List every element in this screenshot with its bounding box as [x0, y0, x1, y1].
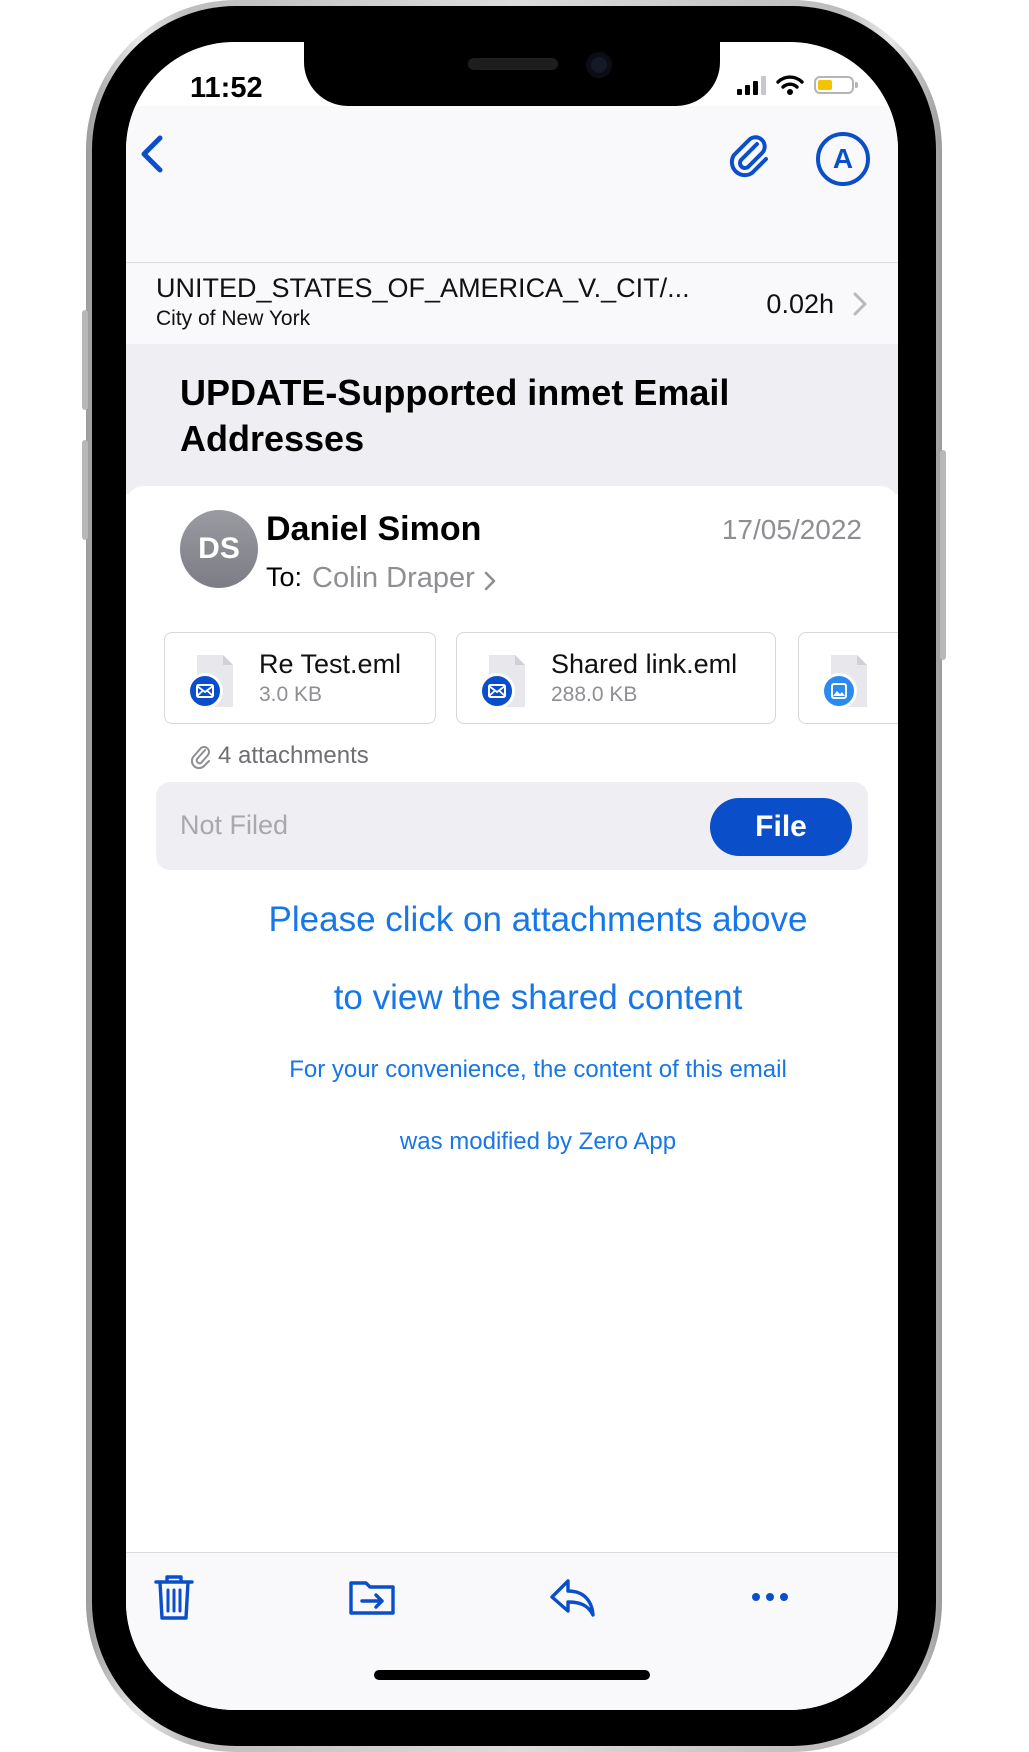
status-time: 11:52: [190, 72, 263, 104]
volume-button: [82, 440, 88, 540]
wifi-icon: [776, 75, 804, 95]
attachment-name: Re Test.eml: [259, 649, 402, 679]
battery-icon: [814, 76, 858, 94]
side-button: [940, 450, 946, 660]
email-date: 17/05/2022: [721, 514, 862, 545]
attachment-size: 3.0 KB: [259, 683, 323, 706]
status-icons: [737, 74, 858, 96]
attachment-item[interactable]: [798, 632, 898, 724]
back-chevron-icon[interactable]: [134, 130, 178, 178]
to-label: To:: [266, 562, 303, 592]
body-text: Please click on attachments above: [268, 900, 808, 939]
volume-button: [82, 310, 88, 410]
reply-icon[interactable]: [546, 1571, 598, 1623]
screen: 11:52 A UNITED_STATES_OF_AMERICA_V._CIT/…: [126, 42, 898, 1710]
recipient-name[interactable]: Colin Draper: [312, 562, 475, 595]
move-to-folder-icon[interactable]: [346, 1571, 398, 1623]
attachment-count[interactable]: 4 attachments: [218, 742, 369, 770]
navigation-bar: [126, 106, 898, 262]
email-subject: UPDATE-Supported inmet Email Addresses: [180, 372, 730, 459]
paperclip-icon[interactable]: [724, 130, 772, 182]
email-card: DS Daniel Simon 17/05/2022 To: Colin Dra…: [126, 486, 898, 1586]
attachment-size: 288.0 KB: [551, 683, 638, 706]
chevron-right-icon: [484, 571, 496, 591]
matter-row[interactable]: UNITED_STATES_OF_AMERICA_V._CIT/... City…: [126, 262, 898, 346]
subject-area: UPDATE-Supported inmet Email Addresses: [126, 344, 898, 494]
notch: [304, 42, 720, 106]
image-icon: [821, 673, 857, 709]
matter-name: UNITED_STATES_OF_AMERICA_V._CIT/...: [156, 273, 690, 303]
body-text: was modified by Zero App: [399, 1128, 677, 1155]
sender-name[interactable]: Daniel Simon: [266, 510, 481, 549]
email-icon: [187, 673, 223, 709]
body-text: For your convenience, the content of thi…: [289, 1056, 787, 1083]
camera: [586, 52, 612, 78]
account-icon[interactable]: A: [816, 132, 870, 186]
time-entry: 0.02h: [766, 289, 834, 319]
attachment-name: Shared link.eml: [551, 649, 738, 679]
matter-client: City of New York: [156, 307, 311, 330]
bottom-toolbar: [126, 1552, 898, 1710]
avatar[interactable]: DS: [180, 510, 258, 588]
body-text: to view the shared content: [333, 978, 743, 1017]
home-indicator[interactable]: [374, 1670, 650, 1680]
signal-icon: [737, 75, 766, 95]
attachment-item[interactable]: Re Test.eml 3.0 KB: [164, 632, 436, 724]
paperclip-icon: [190, 746, 210, 770]
more-icon[interactable]: [744, 1571, 796, 1623]
filing-status: Not Filed: [180, 810, 289, 840]
chevron-right-icon: [853, 292, 867, 316]
file-button[interactable]: File: [710, 798, 852, 856]
speaker: [468, 58, 558, 70]
email-icon: [479, 673, 515, 709]
trash-icon[interactable]: [148, 1571, 200, 1623]
filing-bar: Not Filed File: [156, 782, 868, 870]
attachment-item[interactable]: Shared link.eml 288.0 KB: [456, 632, 776, 724]
